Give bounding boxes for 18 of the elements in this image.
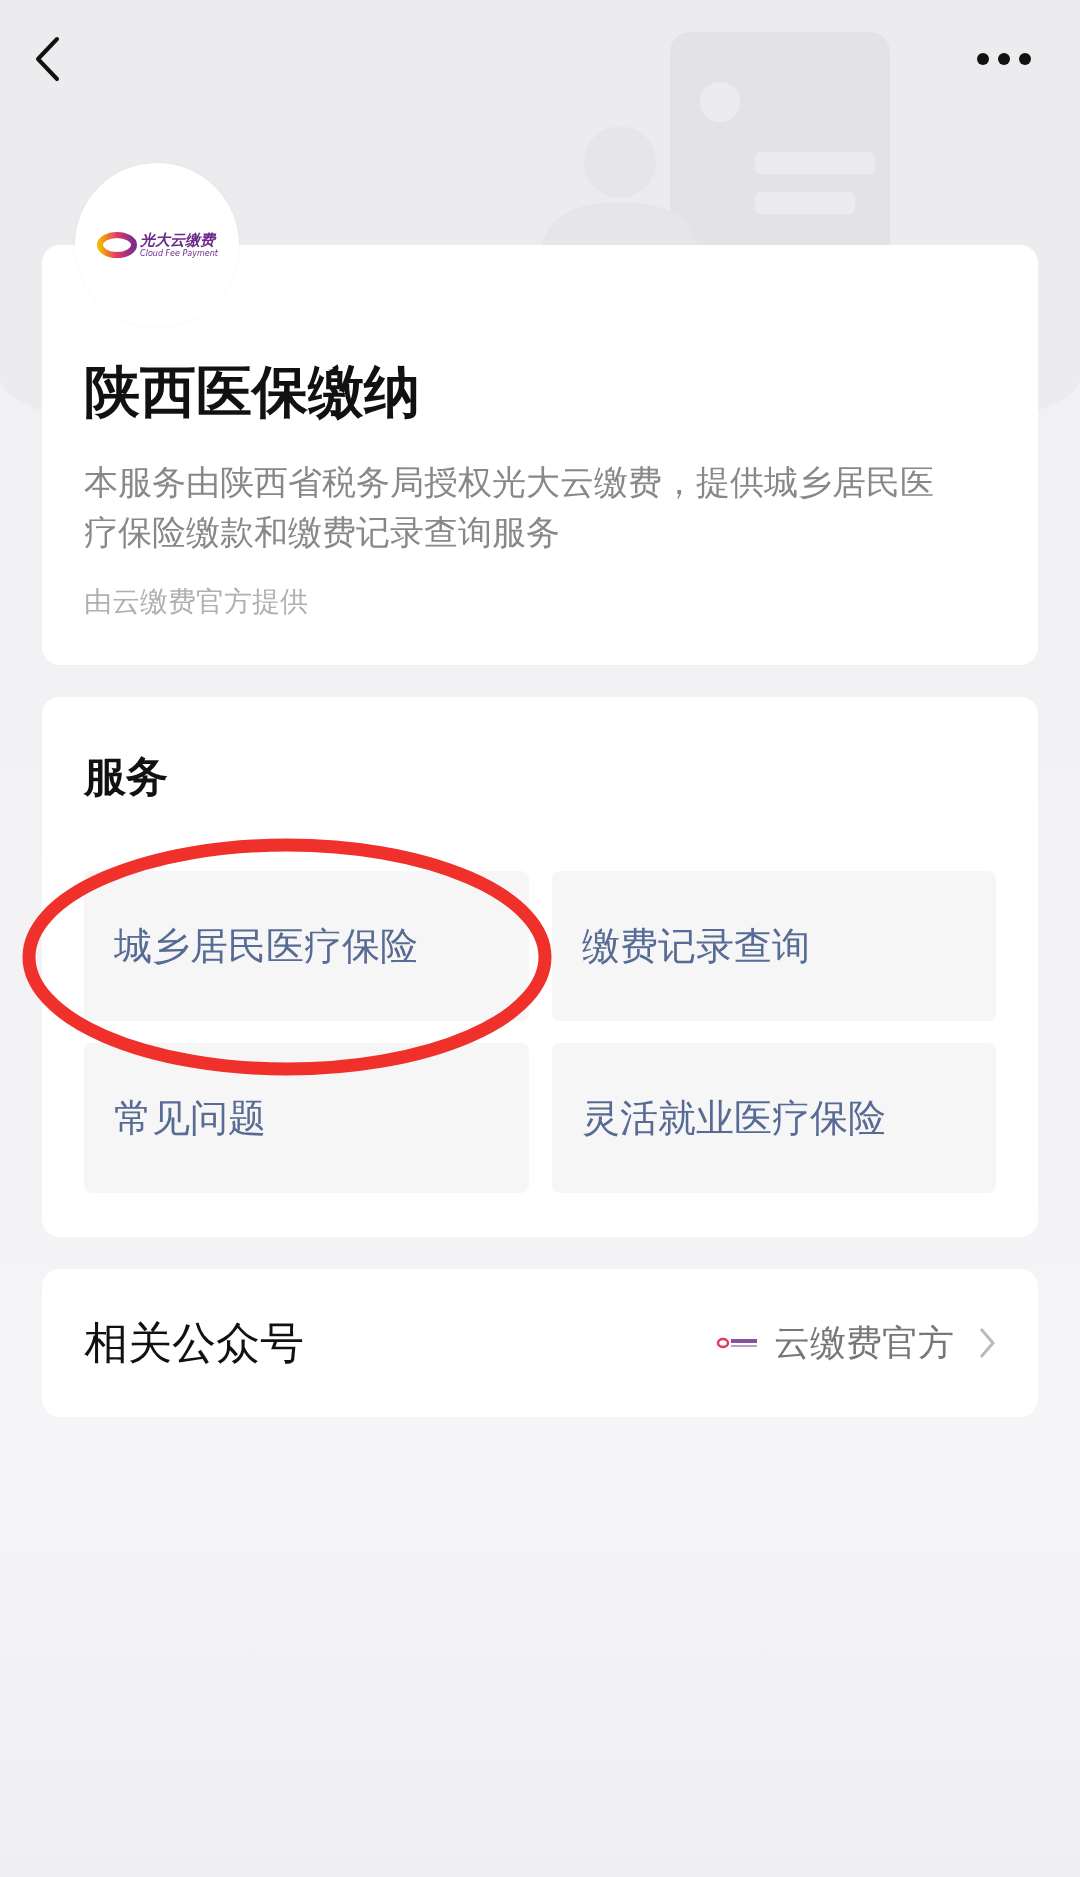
logo-tagline: Cloud Fee Payment	[140, 248, 218, 258]
account-name: 云缴费官方	[774, 1320, 954, 1365]
service-title: 陕西医保缴纳	[84, 358, 421, 426]
related-account-row[interactable]: 相关公众号 云缴费官方	[42, 1269, 1038, 1417]
account-logo-icon	[716, 1336, 760, 1350]
provider-text: 由云缴费官方提供	[84, 584, 309, 620]
service-tile[interactable]: 灵活就业医疗保险	[551, 1043, 996, 1193]
service-description: 本服务由陕西省税务局授权光大云缴费，提供城乡居民医疗保险缴款和缴费记录查询服务	[84, 461, 935, 554]
related-heading: 相关公众号	[84, 1315, 304, 1370]
more-icon[interactable]	[976, 52, 1032, 66]
back-icon[interactable]	[34, 36, 60, 82]
chevron-right-icon	[978, 1326, 996, 1360]
service-tile[interactable]: 缴费记录查询	[551, 871, 996, 1021]
service-tile[interactable]: 城乡居民医疗保险	[84, 871, 529, 1021]
cloud-logo-icon	[96, 231, 139, 259]
service-tile[interactable]: 常见问题	[84, 1043, 529, 1193]
logo-name: 光大云缴费	[140, 232, 217, 249]
services-heading: 服务	[84, 751, 169, 803]
